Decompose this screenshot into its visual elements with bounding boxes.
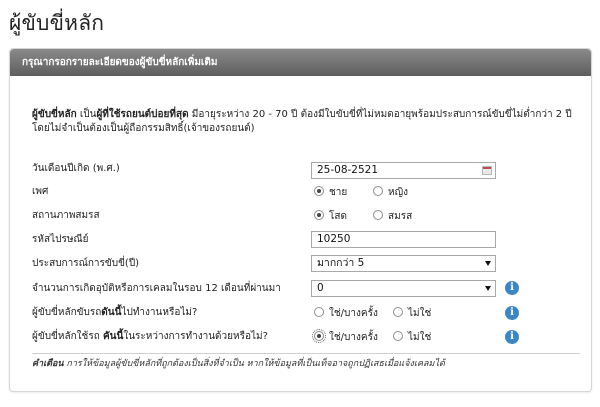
work-use-label-post: ในระหว่างการทำงานด้วยหรือไม่? (123, 331, 268, 342)
postcode-value: 10250 (317, 233, 351, 245)
postcode-label: รหัสไปรษณีย์ (32, 234, 89, 245)
work-use-label-pre: ผู้ขับขี่หลักใช้รถ (32, 331, 103, 342)
claims-select[interactable]: 0 (311, 280, 496, 297)
claims-info-icon[interactable]: i (505, 281, 519, 295)
marital-label: สถานภาพสมรส (32, 210, 100, 221)
work-use-no-radio[interactable] (393, 331, 403, 341)
intro-text-1: เป็น (76, 109, 97, 120)
commute-label-post: ไปทำงานหรือไม่? (121, 307, 198, 318)
chevron-down-icon (485, 261, 491, 266)
intro-text: ผู้ขับขี่หลัก เป็นผู้ที่ใช้รถยนต์บ่อยที่… (32, 108, 580, 136)
commute-info-icon[interactable]: i (505, 306, 519, 320)
card-body: ผู้ขับขี่หลัก เป็นผู้ที่ใช้รถยนต์บ่อยที่… (10, 76, 591, 393)
work-use-yes-radio[interactable] (312, 329, 326, 343)
marital-option-single[interactable]: โสด (314, 209, 347, 224)
main-driver-card: กรุณากรอกรายละเอียดของผู้ขับขี่หลักเพิ่ม… (9, 48, 592, 392)
divider (32, 353, 580, 354)
marital-single-label: โสด (329, 211, 347, 222)
marital-option-married[interactable]: สมรส (373, 209, 412, 224)
dob-label: วันเดือนปีเกิด (พ.ศ.) (32, 163, 120, 174)
work-use-option-yes[interactable]: ใช่/บางครั้ง (312, 329, 378, 345)
commute-yes-label: ใช่/บางครั้ง (329, 308, 378, 319)
marital-married-label: สมรส (388, 211, 413, 222)
card-header: กรุณากรอกรายละเอียดของผู้ขับขี่หลักเพิ่ม… (10, 49, 591, 76)
intro-bold-mid: ผู้ที่ใช้รถยนต์บ่อยที่สุด (96, 109, 189, 120)
gender-female-radio[interactable] (373, 186, 383, 196)
experience-value: มากกว่า 5 (317, 257, 365, 269)
commute-no-label: ไม่ใช่ (408, 308, 432, 319)
marital-married-radio[interactable] (373, 210, 383, 220)
work-use-no-label: ไม่ใช่ (408, 332, 432, 343)
commute-label-bold: ดันนี้ (101, 307, 122, 318)
gender-female-label: หญิง (388, 187, 408, 198)
gender-option-male[interactable]: ชาย (314, 185, 347, 200)
work-use-info-icon[interactable]: i (505, 330, 519, 344)
commute-option-no[interactable]: ไม่ใช่ (393, 306, 431, 321)
commute-option-yes[interactable]: ใช่/บางครั้ง (314, 306, 378, 321)
warning-text: คำเตือน การให้ข้อมูลผู้ขับขี่หลักที่ถูกต… (32, 358, 580, 370)
calendar-icon[interactable] (482, 166, 492, 175)
experience-label: ประสบการณ์การขับขี่(ปี) (32, 258, 140, 269)
experience-select[interactable]: มากกว่า 5 (311, 255, 496, 272)
commute-yes-radio[interactable] (314, 307, 324, 317)
postcode-field[interactable]: 10250 (311, 231, 496, 248)
page-title: ผู้ขับขี่หลัก (9, 11, 105, 35)
claims-value: 0 (317, 282, 324, 294)
work-use-yes-label: ใช่/บางครั้ง (329, 332, 378, 343)
claims-label: จำนวนการเกิดอุบัติหรือการเคลมในรอบ 12 เด… (32, 283, 281, 294)
work-use-label: ผู้ขับขี่หลักใช้รถ คันนี้ในระหว่างการทำง… (32, 330, 268, 344)
intro-bold-lead: ผู้ขับขี่หลัก (32, 109, 77, 120)
gender-option-female[interactable]: หญิง (373, 185, 408, 200)
work-use-option-no[interactable]: ไม่ใช่ (393, 330, 431, 345)
gender-male-label: ชาย (329, 187, 348, 198)
warning-bold: คำเตือน (32, 359, 64, 369)
dob-value: 25-08-2521 (317, 164, 379, 176)
marital-single-radio[interactable] (314, 210, 324, 220)
commute-label: ผู้ขับขี่หลักขับรถดันนี้ไปทำงานหรือไม่? (32, 306, 197, 320)
gender-male-radio[interactable] (314, 186, 324, 196)
work-use-label-bold: คันนี้ (102, 331, 124, 342)
dob-field[interactable]: 25-08-2521 (311, 162, 496, 179)
commute-label-pre: ผู้ขับขี่หลักขับรถ (32, 307, 102, 318)
commute-no-radio[interactable] (393, 307, 403, 317)
gender-label: เพศ (32, 186, 49, 197)
chevron-down-icon (485, 286, 491, 291)
warning-body: การให้ข้อมูลผู้ขับขี่หลักที่ถูกต้องเป็นส… (63, 359, 445, 369)
